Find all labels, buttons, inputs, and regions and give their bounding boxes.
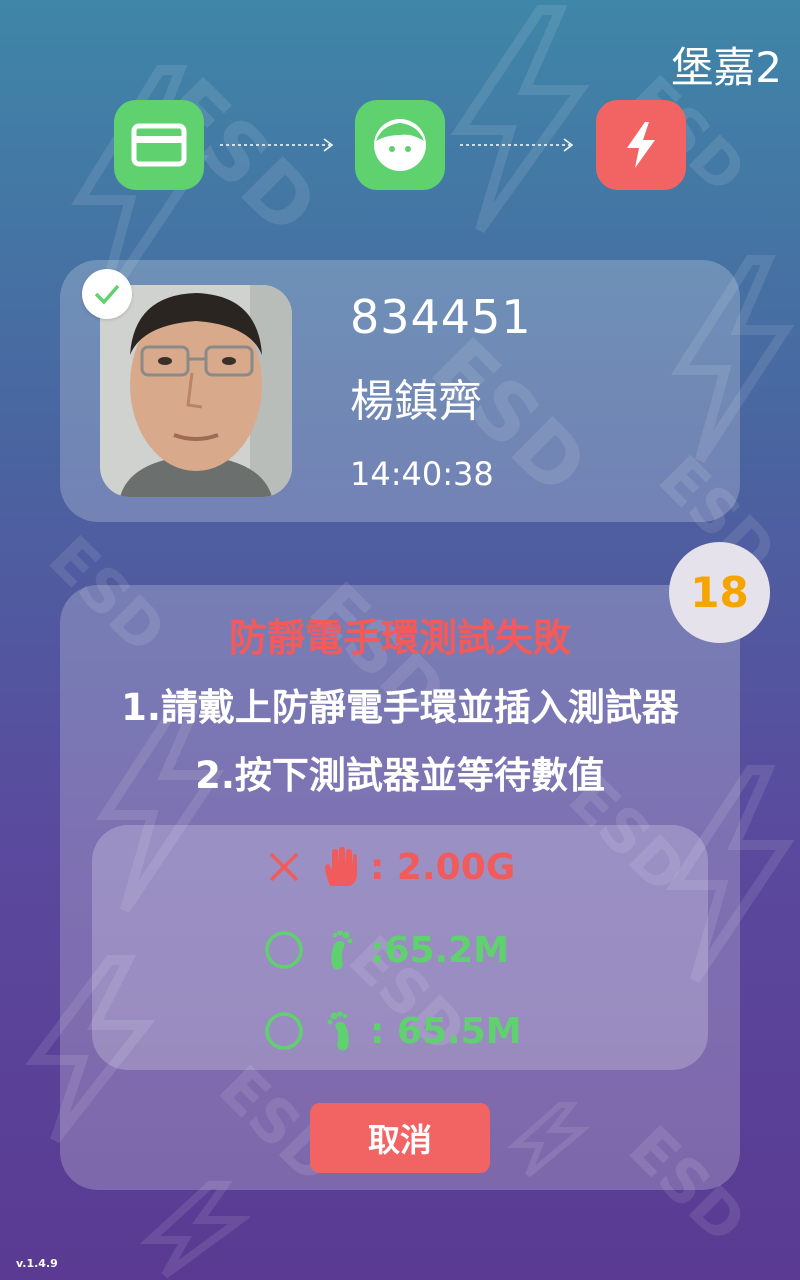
- circle-icon: [262, 928, 306, 972]
- step-face: [355, 100, 445, 190]
- result-card: 防靜電手環測試失敗 1.請戴上防靜電手環並插入測試器 2.按下測試器並等待數值 …: [60, 585, 740, 1190]
- fail-title: 防靜電手環測試失敗: [228, 616, 571, 660]
- readings-box: : 2.00G :65.2M: 65.5M: [92, 825, 708, 1070]
- lightning-icon: [627, 122, 655, 168]
- instruction-1: 1.請戴上防靜電手環並插入測試器: [121, 686, 679, 729]
- cancel-button[interactable]: 取消: [310, 1103, 490, 1173]
- user-photo-image: [100, 285, 292, 497]
- step-arrow-2: [460, 138, 574, 152]
- version-label: v.1.4.9: [16, 1257, 58, 1270]
- cross-icon: [262, 845, 306, 889]
- step-card: [114, 100, 204, 190]
- check-time: 14:40:38: [350, 455, 494, 493]
- hand-icon: [320, 845, 360, 889]
- employee-name: 楊鎮齊: [350, 376, 482, 427]
- bolt-watermark-icon: [450, 4, 590, 233]
- instruction-2: 2.按下測試器並等待數值: [195, 754, 605, 797]
- right-foot-icon: [320, 1009, 360, 1053]
- step-arrow-1: [220, 138, 334, 152]
- face-icon: [374, 119, 426, 171]
- reading-row-left-foot: :65.2M: [262, 920, 509, 980]
- hand-reading-value: : 2.00G: [370, 846, 516, 888]
- bolt-watermark-icon: [139, 1181, 250, 1279]
- circle-icon: [262, 1009, 306, 1053]
- countdown-badge: 18: [669, 542, 770, 643]
- user-photo: [100, 285, 292, 497]
- step-esd: [596, 100, 686, 190]
- right-foot-reading-value: : 65.5M: [370, 1010, 522, 1052]
- employee-id: 834451: [350, 290, 532, 344]
- reading-row-right-foot: : 65.5M: [262, 1001, 522, 1061]
- station-name: 堡嘉2: [671, 43, 782, 92]
- left-foot-reading-value: :65.2M: [370, 929, 510, 971]
- card-icon: [131, 123, 187, 167]
- verified-badge: [82, 269, 132, 319]
- user-card: 834451 楊鎮齊 14:40:38: [60, 260, 740, 522]
- left-foot-icon: [320, 928, 360, 972]
- check-icon: [94, 284, 120, 305]
- reading-row-hand: : 2.00G: [262, 837, 515, 897]
